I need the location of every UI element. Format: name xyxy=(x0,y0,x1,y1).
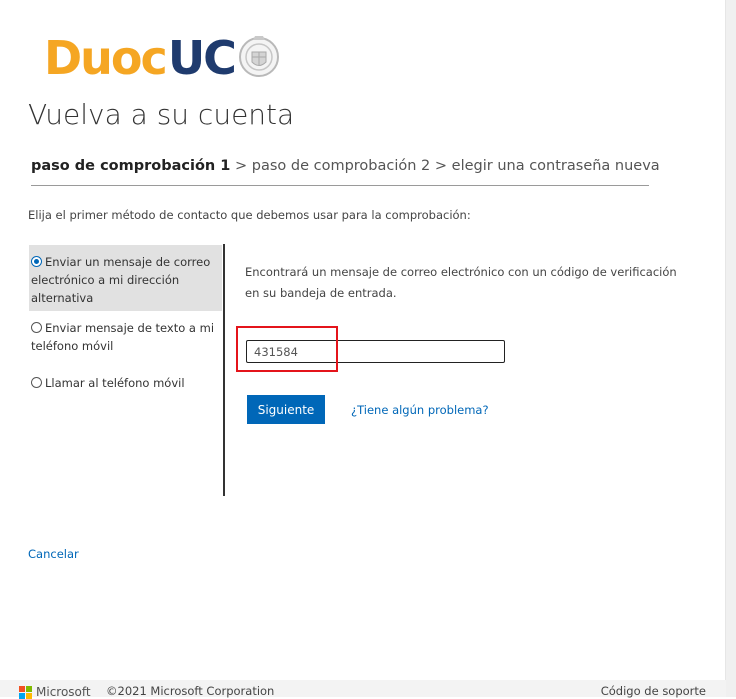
support-code-link[interactable]: Código de soporte xyxy=(601,684,706,698)
step-breadcrumb: paso de comprobación 1 > paso de comprob… xyxy=(31,158,660,186)
help-link[interactable]: ¿Tiene algún problema? xyxy=(351,403,489,417)
duocuc-logo: Duoc UC xyxy=(44,30,281,86)
option-text-label: Enviar mensaje de texto a mi teléfono mó… xyxy=(31,321,215,353)
step-separator: > xyxy=(430,158,452,174)
verification-instructions: Encontrará un mensaje de correo electrón… xyxy=(245,265,677,300)
option-call-label: Llamar al teléfono móvil xyxy=(45,376,185,390)
option-text-message[interactable]: Enviar mensaje de texto a mi teléfono mó… xyxy=(29,311,222,358)
radio-selected-icon[interactable] xyxy=(31,256,42,267)
step-separator: > xyxy=(230,158,252,174)
step-1-current: paso de comprobación 1 xyxy=(31,158,231,174)
university-seal-icon xyxy=(238,36,279,77)
highlight-annotation-box xyxy=(236,326,338,372)
option-phone-call[interactable]: Llamar al teléfono móvil xyxy=(29,358,222,395)
radio-unselected-icon[interactable] xyxy=(31,322,42,333)
cancel-link[interactable]: Cancelar xyxy=(28,547,79,561)
option-email-label: Enviar un mensaje de correo electrónico … xyxy=(31,255,211,305)
step-3: elegir una contraseña nueva xyxy=(451,158,660,174)
logo-text-uc: UC xyxy=(167,31,237,85)
step-2: paso de comprobación 2 xyxy=(251,158,431,174)
option-email[interactable]: Enviar un mensaje de correo electrónico … xyxy=(29,245,222,311)
next-button[interactable]: Siguiente xyxy=(247,395,325,424)
footer: Microsoft ©2021 Microsoft Corporation Có… xyxy=(0,680,726,699)
vertical-scrollbar[interactable] xyxy=(725,0,736,697)
page-title: Vuelva a su cuenta xyxy=(28,98,295,131)
logo-text-duoc: Duoc xyxy=(44,31,168,85)
copyright-text: ©2021 Microsoft Corporation xyxy=(106,684,275,698)
contact-method-prompt: Elija el primer método de contacto que d… xyxy=(28,208,471,222)
panel-divider xyxy=(223,244,225,496)
radio-unselected-icon[interactable] xyxy=(31,377,42,388)
contact-method-options: Enviar un mensaje de correo electrónico … xyxy=(29,245,222,395)
